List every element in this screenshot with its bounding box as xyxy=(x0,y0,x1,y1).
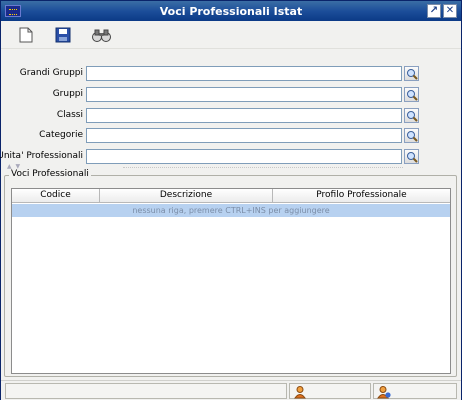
voci-grid[interactable]: Codice Descrizione Profilo Professionale… xyxy=(11,188,451,374)
classi-input[interactable] xyxy=(86,108,402,123)
unita-professionali-search-button[interactable] xyxy=(404,149,419,164)
column-header-descrizione[interactable]: Descrizione xyxy=(100,189,273,203)
toolbar xyxy=(1,21,461,49)
magnifier-icon xyxy=(407,111,418,122)
classi-label: Classi xyxy=(56,110,83,120)
categorie-label: Categorie xyxy=(39,130,83,140)
binoculars-icon[interactable] xyxy=(91,27,113,43)
window-title: Voci Professionali Istat xyxy=(159,5,303,18)
title-bar[interactable]: Voci Professionali Istat ↗ ✕ xyxy=(1,1,461,21)
grandi-gruppi-label: Grandi Gruppi xyxy=(19,68,83,78)
unita-professionali-label: Unita' Professionali xyxy=(0,151,83,161)
gruppi-label: Gruppi xyxy=(52,89,83,99)
splitter-handle[interactable] xyxy=(123,167,403,169)
unita-professionali-input[interactable] xyxy=(86,149,402,164)
status-message-cell xyxy=(5,383,287,399)
classi-search-button[interactable] xyxy=(404,108,419,123)
field-row-classi: Classi xyxy=(1,108,462,124)
categorie-input[interactable] xyxy=(86,128,402,143)
field-row-gruppi: Gruppi xyxy=(1,87,462,103)
grandi-gruppi-search-button[interactable] xyxy=(404,66,419,81)
main-window: Voci Professionali Istat ↗ ✕ Grandi Grup… xyxy=(0,0,462,400)
categorie-search-button[interactable] xyxy=(404,128,419,143)
magnifier-icon xyxy=(407,131,418,142)
magnifier-icon xyxy=(407,152,418,163)
column-header-codice[interactable]: Codice xyxy=(12,189,100,203)
save-icon[interactable] xyxy=(55,27,73,43)
gruppi-input[interactable] xyxy=(86,87,402,102)
group-legend: Voci Professionali xyxy=(9,169,91,179)
status-user-cell[interactable] xyxy=(289,383,371,399)
gruppi-search-button[interactable] xyxy=(404,87,419,102)
field-row-categorie: Categorie xyxy=(1,128,462,144)
user-icon xyxy=(294,386,306,399)
field-row-grandi-gruppi: Grandi Gruppi xyxy=(1,66,462,82)
grandi-gruppi-input[interactable] xyxy=(86,66,402,81)
new-document-icon[interactable] xyxy=(19,27,37,43)
user-info-icon xyxy=(377,386,391,399)
close-button[interactable]: ✕ xyxy=(443,4,457,18)
column-header-profilo[interactable]: Profilo Professionale xyxy=(273,189,450,203)
empty-grid-message[interactable]: nessuna riga, premere CTRL+INS per aggiu… xyxy=(12,204,450,217)
magnifier-icon xyxy=(407,90,418,101)
maximize-button[interactable]: ↗ xyxy=(427,4,441,18)
status-user-info-cell[interactable] xyxy=(373,383,457,399)
status-bar xyxy=(1,380,461,400)
grid-header: Codice Descrizione Profilo Professionale xyxy=(12,189,450,203)
magnifier-icon xyxy=(407,69,418,80)
field-row-unita-professionali: Unita' Professionali xyxy=(0,149,462,165)
